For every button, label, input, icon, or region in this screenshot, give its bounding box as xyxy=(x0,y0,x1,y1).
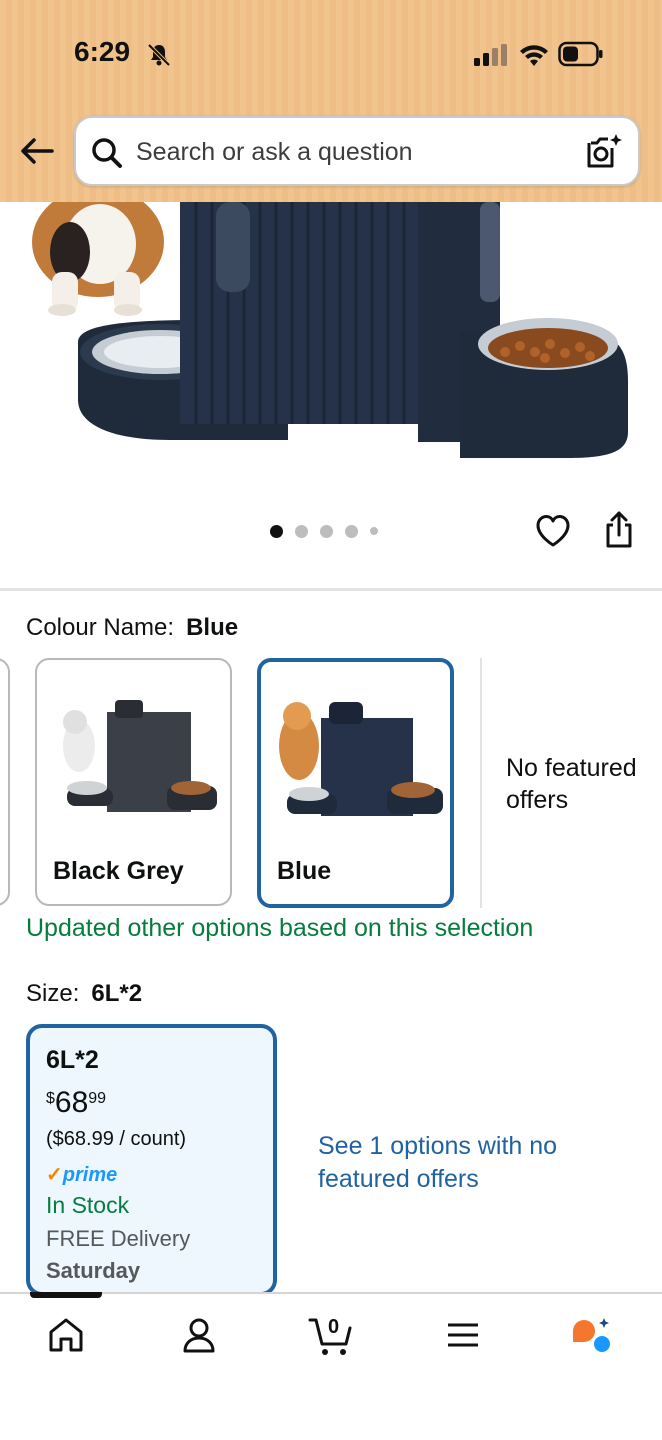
pet-feeder-illustration xyxy=(32,202,628,458)
menu-icon[interactable] xyxy=(442,1314,484,1356)
stock-status: In Stock xyxy=(46,1192,130,1218)
size-heading: Size: 6L*2 xyxy=(26,980,142,1008)
colour-swatch-black-grey[interactable]: Black Grey xyxy=(35,658,232,906)
colour-selected: Blue xyxy=(186,614,239,641)
search-bar[interactable]: Search or ask a question xyxy=(74,116,640,186)
cellular-signal-icon xyxy=(474,44,507,66)
prime-badge: ✓prime xyxy=(46,1162,117,1187)
carousel-dot[interactable] xyxy=(295,524,308,538)
bell-muted-icon xyxy=(147,43,171,67)
bottom-navigation: 0 xyxy=(0,1292,662,1440)
product-image[interactable] xyxy=(0,202,662,502)
camera-search-icon[interactable] xyxy=(584,132,624,172)
size-option-title: 6L*2 xyxy=(46,1046,99,1074)
cart-count: 0 xyxy=(328,1316,340,1338)
colour-swatch-blue-selected[interactable]: Blue xyxy=(257,658,454,908)
active-tab-indicator xyxy=(30,1292,102,1298)
carousel-dot[interactable] xyxy=(345,524,358,538)
share-icon[interactable] xyxy=(602,510,636,550)
cart-button[interactable]: 0 xyxy=(308,1314,356,1360)
colour-swatch-partial[interactable] xyxy=(0,658,10,906)
colour-name-heading: Colour Name: Blue xyxy=(26,614,238,642)
delivery-text: FREE Delivery xyxy=(46,1226,191,1251)
no-featured-offers-text[interactable]: No featured offers xyxy=(506,752,656,816)
status-time: 6:29 xyxy=(74,36,131,67)
search-placeholder[interactable]: Search or ask a question xyxy=(136,138,413,167)
swatch-label: Black Grey xyxy=(53,857,184,885)
prime-label: prime xyxy=(62,1164,118,1186)
wifi-icon xyxy=(520,45,548,66)
colour-label: Colour Name: xyxy=(26,614,175,641)
carousel-dot[interactable] xyxy=(370,527,378,535)
image-carousel-indicator[interactable] xyxy=(270,522,378,540)
swatch-thumbnail xyxy=(63,700,217,812)
price-fraction: 99 xyxy=(88,1090,107,1107)
see-options-link[interactable]: See 1 options with no featured offers xyxy=(318,1130,558,1196)
size-label: Size: xyxy=(26,980,80,1007)
app-header: 6:29 Search or ask a question xyxy=(0,0,662,202)
heart-icon[interactable] xyxy=(534,512,572,550)
update-notice: Updated other options based on this sele… xyxy=(26,914,534,942)
rufus-ai-assistant-icon[interactable] xyxy=(570,1314,612,1356)
delivery-day: Saturday xyxy=(46,1258,141,1283)
price-symbol: $ xyxy=(46,1090,55,1107)
size-selected: 6L*2 xyxy=(91,980,143,1007)
swatch-divider xyxy=(480,658,482,908)
carousel-dot[interactable] xyxy=(320,524,333,538)
swatch-thumbnail xyxy=(279,702,443,816)
price-whole: 68 xyxy=(54,1086,89,1119)
size-option-price: $6899 xyxy=(46,1086,106,1120)
battery-icon xyxy=(558,41,603,67)
prime-check-icon: ✓ xyxy=(46,1164,63,1186)
section-divider xyxy=(0,588,662,591)
size-option-card-selected[interactable]: 6L*2 $6899 ($68.99 / count) ✓prime In St… xyxy=(26,1024,277,1296)
unit-price: ($68.99 / count) xyxy=(46,1128,187,1150)
back-arrow-icon[interactable] xyxy=(18,132,56,170)
swatch-label: Blue xyxy=(277,857,332,885)
carousel-dot[interactable] xyxy=(270,524,283,538)
search-icon xyxy=(92,138,122,168)
account-icon[interactable] xyxy=(178,1314,220,1356)
home-icon[interactable] xyxy=(45,1314,87,1356)
